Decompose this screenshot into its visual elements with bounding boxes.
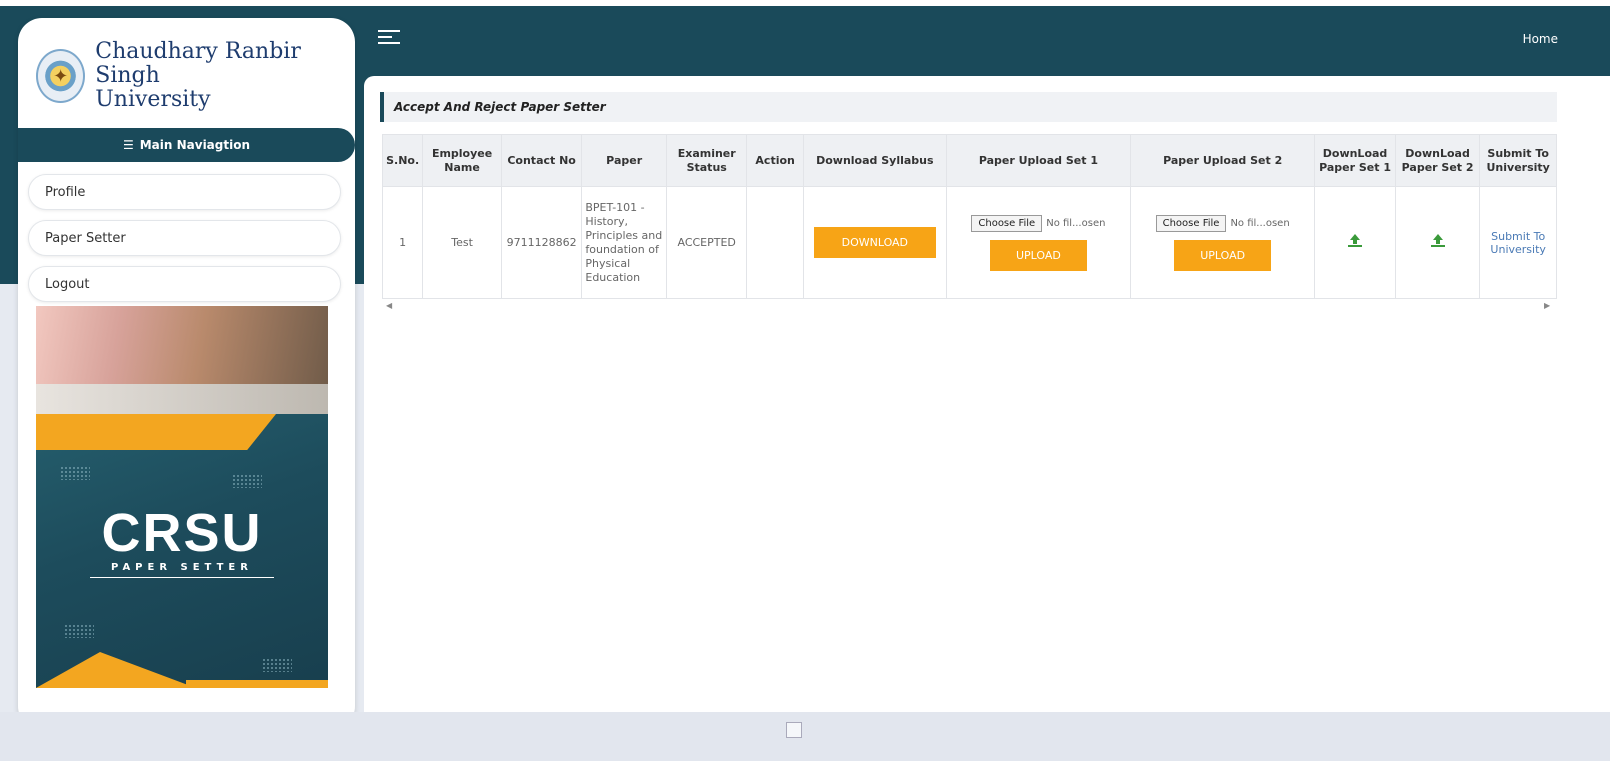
choose-file-button-set-1[interactable]: Choose File bbox=[971, 214, 1043, 232]
sidebar: ✦ Chaudhary Ranbir Singh University ☰ Ma… bbox=[18, 18, 355, 730]
university-logo[interactable]: ✦ Chaudhary Ranbir Singh University bbox=[36, 36, 346, 116]
column-header: Examiner Status bbox=[665, 134, 748, 187]
hamburger-icon[interactable] bbox=[378, 30, 400, 48]
sidebar-item-label: Profile bbox=[45, 184, 86, 200]
column-header: Contact No bbox=[500, 134, 583, 187]
table-header-row: S.No. Employee Name Contact No Paper Exa… bbox=[381, 134, 1557, 187]
cell-submit-to-university: Submit To University bbox=[1479, 186, 1557, 299]
banner-photo bbox=[36, 306, 328, 414]
file-status-set-2: No fil...osen bbox=[1230, 217, 1290, 229]
broken-image-icon bbox=[786, 722, 802, 738]
column-header: Download Syllabus bbox=[802, 134, 947, 187]
sidebar-item-logout[interactable]: Logout bbox=[28, 266, 341, 302]
footer bbox=[0, 712, 1610, 761]
cell-download-paper-set-1 bbox=[1314, 186, 1396, 299]
download-syllabus-button[interactable]: DOWNLOAD bbox=[813, 227, 937, 258]
cell-examiner-status: ACCEPTED bbox=[665, 186, 748, 299]
main-content: Accept And Reject Paper Setter S.No. Emp… bbox=[364, 76, 1610, 712]
banner-decoration bbox=[36, 414, 276, 450]
cell-paper-upload-set-2: Choose File No fil...osen UPLOAD bbox=[1130, 186, 1316, 299]
file-input-set-1: Choose File No fil...osen bbox=[950, 214, 1127, 232]
scroll-right-arrow-icon[interactable]: ▶ bbox=[1544, 301, 1550, 310]
choose-file-button-set-2[interactable]: Choose File bbox=[1155, 214, 1227, 232]
section-title: Accept And Reject Paper Setter bbox=[380, 92, 1557, 122]
cell-employee-name: Test bbox=[422, 186, 502, 299]
university-name-line2: University bbox=[95, 87, 211, 112]
scroll-left-arrow-icon[interactable]: ◀ bbox=[386, 301, 392, 310]
crsu-paper-setter-banner: CRSU PAPER SETTER bbox=[36, 306, 328, 688]
download-icon[interactable] bbox=[1430, 234, 1445, 248]
cell-sno: 1 bbox=[381, 186, 424, 299]
column-header: DownLoad Paper Set 2 bbox=[1394, 134, 1481, 187]
column-header: Paper Upload Set 1 bbox=[945, 134, 1132, 187]
cell-paper-upload-set-1: Choose File No fil...osen UPLOAD bbox=[945, 186, 1132, 299]
cell-contact-no: 9711128862 bbox=[500, 186, 583, 299]
upload-button-set-2[interactable]: UPLOAD bbox=[1174, 239, 1272, 271]
university-emblem-icon: ✦ bbox=[36, 49, 86, 103]
sidebar-item-label: Logout bbox=[45, 276, 90, 292]
column-header: Employee Name bbox=[422, 134, 502, 187]
column-header: Paper bbox=[581, 134, 667, 187]
sidebar-item-profile[interactable]: Profile bbox=[28, 174, 341, 210]
cell-paper: BPET-101 - History, Principles and found… bbox=[581, 186, 667, 299]
submit-to-university-link[interactable]: Submit To University bbox=[1490, 230, 1546, 256]
cell-action bbox=[746, 186, 804, 299]
download-icon[interactable] bbox=[1348, 234, 1363, 248]
paper-setter-table: S.No. Employee Name Contact No Paper Exa… bbox=[381, 134, 1557, 299]
column-header: Action bbox=[746, 134, 804, 187]
file-input-set-2: Choose File No fil...osen bbox=[1134, 214, 1311, 232]
university-name-line1: Chaudhary Ranbir Singh bbox=[95, 39, 301, 88]
home-link[interactable]: Home bbox=[1523, 32, 1558, 46]
university-name: Chaudhary Ranbir Singh University bbox=[95, 40, 346, 112]
column-header: Paper Upload Set 2 bbox=[1130, 134, 1316, 187]
list-icon: ☰ bbox=[122, 138, 134, 152]
table-row: 1 Test 9711128862 BPET-101 - History, Pr… bbox=[381, 186, 1557, 299]
upload-button-set-1[interactable]: UPLOAD bbox=[989, 239, 1087, 271]
sidebar-item-label: Paper Setter bbox=[45, 230, 126, 246]
cell-download-syllabus: DOWNLOAD bbox=[802, 186, 947, 299]
file-status-set-1: No fil...osen bbox=[1046, 217, 1106, 229]
banner-title: CRSU bbox=[101, 503, 263, 563]
column-header: DownLoad Paper Set 1 bbox=[1314, 134, 1396, 187]
column-header: S.No. bbox=[381, 134, 424, 187]
sidebar-item-paper-setter[interactable]: Paper Setter bbox=[28, 220, 341, 256]
column-header: Submit To University bbox=[1479, 134, 1557, 187]
cell-download-paper-set-2 bbox=[1394, 186, 1481, 299]
main-navigation-header: ☰ Main Naviagtion bbox=[18, 128, 355, 162]
banner-decoration bbox=[36, 652, 196, 688]
banner-subtitle: PAPER SETTER bbox=[90, 562, 274, 578]
main-navigation-label: Main Naviagtion bbox=[139, 138, 251, 152]
